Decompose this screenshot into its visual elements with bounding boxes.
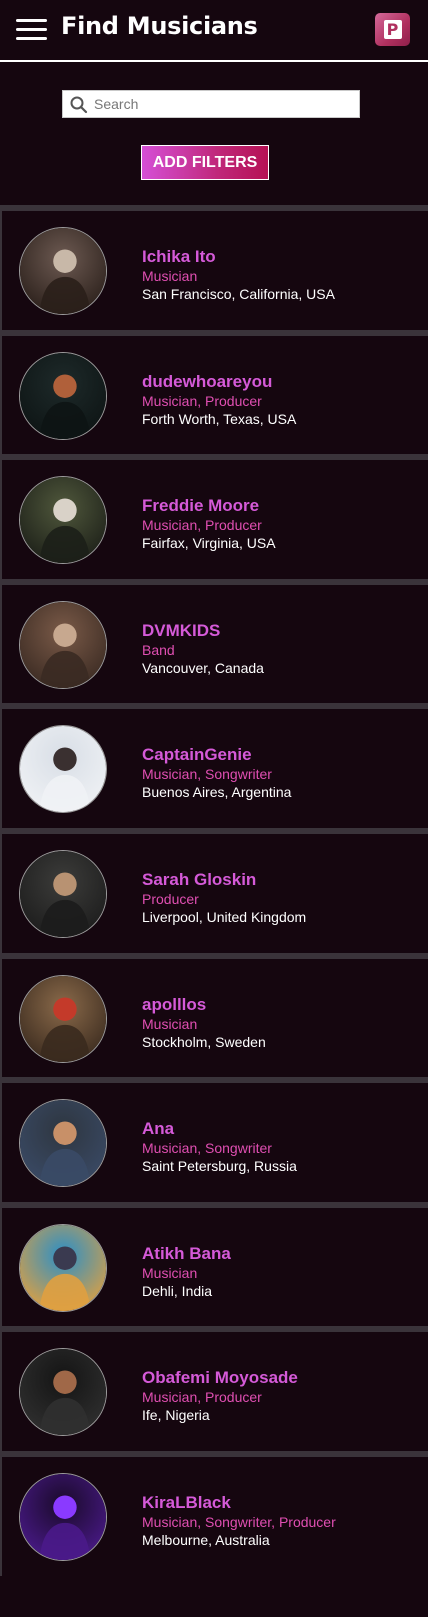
- musician-roles: Musician, Songwriter: [142, 1140, 272, 1156]
- musician-card[interactable]: KiraLBlack Musician, Songwriter, Producer…: [0, 1457, 428, 1576]
- musician-name[interactable]: KiraLBlack: [142, 1493, 231, 1513]
- app-logo-icon[interactable]: P: [375, 13, 410, 46]
- musician-card[interactable]: Freddie Moore Musician, Producer Fairfax, …: [0, 460, 428, 579]
- add-filters-button[interactable]: ADD FILTERS: [141, 145, 269, 180]
- musician-card[interactable]: DVMKIDS Band Vancouver, Canada: [0, 585, 428, 704]
- musician-avatar[interactable]: [19, 850, 107, 938]
- musician-name[interactable]: Freddie Moore: [142, 496, 259, 516]
- musician-name[interactable]: Ichika Ito: [142, 247, 216, 267]
- musician-location: Forth Worth, Texas, USA: [142, 411, 297, 427]
- musician-name[interactable]: CaptainGenie: [142, 745, 252, 765]
- search-icon: [70, 96, 88, 114]
- musician-name[interactable]: dudewhoareyou: [142, 372, 272, 392]
- musician-name[interactable]: apolllos: [142, 995, 206, 1015]
- musician-roles: Musician: [142, 1265, 198, 1281]
- musician-location: Fairfax, Virginia, USA: [142, 535, 276, 551]
- musician-card[interactable]: Obafemi Moyosade Musician, Producer Ife, N…: [0, 1332, 428, 1451]
- musician-location: Saint Petersburg, Russia: [142, 1158, 297, 1174]
- logo-letter: P: [383, 20, 402, 39]
- musician-card[interactable]: dudewhoareyou Musician, Producer Forth Wor…: [0, 336, 428, 455]
- musician-location: Liverpool, United Kingdom: [142, 909, 307, 925]
- musician-name[interactable]: Ana: [142, 1119, 174, 1139]
- musician-roles: Musician, Producer: [142, 393, 262, 409]
- page-title: Find Musicians: [61, 12, 258, 40]
- musician-avatar[interactable]: [19, 725, 107, 813]
- musician-avatar[interactable]: [19, 476, 107, 564]
- musician-avatar[interactable]: [19, 227, 107, 315]
- musician-card[interactable]: Ana Musician, Songwriter Saint Petersburg,…: [0, 1083, 428, 1202]
- musician-name[interactable]: Atikh Bana: [142, 1244, 231, 1264]
- musician-roles: Musician, Songwriter: [142, 766, 272, 782]
- app-header: Find Musicians P: [0, 0, 428, 62]
- musician-avatar[interactable]: [19, 1099, 107, 1187]
- musician-location: Stockholm, Sweden: [142, 1034, 266, 1050]
- musician-roles: Producer: [142, 891, 199, 907]
- musician-name[interactable]: Sarah Gloskin: [142, 870, 256, 890]
- musician-location: San Francisco, California, USA: [142, 286, 335, 302]
- musician-roles: Band: [142, 642, 175, 658]
- musician-location: Ife, Nigeria: [142, 1407, 210, 1423]
- musician-location: Melbourne, Australia: [142, 1532, 270, 1548]
- musician-avatar[interactable]: [19, 1473, 107, 1561]
- musician-location: Dehli, India: [142, 1283, 213, 1299]
- musician-name[interactable]: DVMKIDS: [142, 621, 220, 641]
- musician-name[interactable]: Obafemi Moyosade: [142, 1368, 298, 1388]
- musician-roles: Musician, Producer: [142, 517, 262, 533]
- musician-location: Vancouver, Canada: [142, 660, 264, 676]
- musician-card[interactable]: apolllos Musician Stockholm, Sweden: [0, 959, 428, 1078]
- musician-card[interactable]: Sarah Gloskin Producer Liverpool, United K…: [0, 834, 428, 953]
- musician-avatar[interactable]: [19, 601, 107, 689]
- musician-avatar[interactable]: [19, 975, 107, 1063]
- musician-card[interactable]: Atikh Bana Musician Dehli, India: [0, 1208, 428, 1327]
- musician-avatar[interactable]: [19, 1348, 107, 1436]
- musician-roles: Musician, Songwriter, Producer: [142, 1514, 336, 1530]
- musician-roles: Musician: [142, 1016, 198, 1032]
- search-input[interactable]: [94, 93, 349, 115]
- musician-avatar[interactable]: [19, 1224, 107, 1312]
- musician-location: Buenos Aires, Argentina: [142, 784, 292, 800]
- musician-roles: Musician: [142, 268, 198, 284]
- musician-card[interactable]: CaptainGenie Musician, Songwriter Buenos A…: [0, 709, 428, 828]
- musician-roles: Musician, Producer: [142, 1389, 262, 1405]
- hamburger-menu-icon[interactable]: [16, 17, 47, 41]
- musician-avatar[interactable]: [19, 352, 107, 440]
- search-bar[interactable]: [62, 90, 360, 118]
- musician-card[interactable]: Ichika Ito Musician San Francisco, Califor…: [0, 211, 428, 330]
